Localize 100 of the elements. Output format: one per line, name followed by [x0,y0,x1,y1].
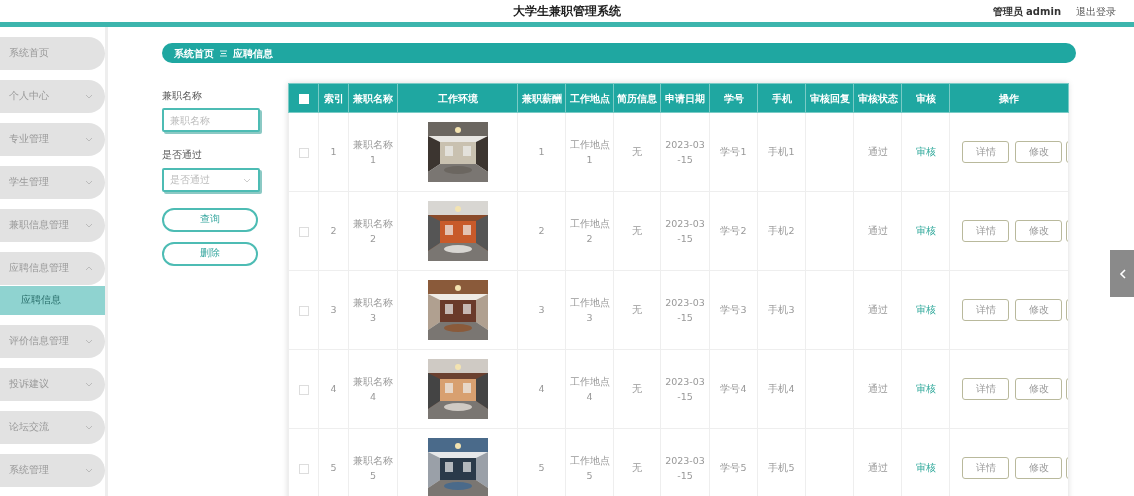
field-label: 是否通过 [162,148,203,163]
logout-link[interactable]: 退出登录 [1076,4,1116,19]
details-button[interactable]: 详情 [962,141,1009,163]
edit-button[interactable]: 修改 [1015,457,1062,479]
column-header: 审核状态 [853,83,902,113]
chevron-down-icon [243,177,251,183]
breadcrumb-link[interactable]: 应聘信息 [233,45,273,61]
table-cell: 2 [330,225,337,237]
sidebar-item[interactable]: 系统首页 [0,37,105,70]
column-header: 审核回复 [805,83,854,113]
table-cell: 通过 [867,146,888,158]
review-link[interactable]: 审核 [915,304,936,315]
table-cell: 学号5 [720,462,747,474]
sidebar-item[interactable]: 个人中心 [0,80,105,113]
review-link[interactable]: 审核 [915,462,936,473]
table-cell: 无 [632,462,642,474]
review-link[interactable]: 审核 [915,225,936,236]
search-button[interactable]: 查询 [162,207,258,232]
table-cell: 无 [632,383,642,395]
table-cell: 5 [538,462,545,474]
column-header: 兼职名称 [348,83,398,113]
row-checkbox[interactable] [298,226,309,237]
sidebar-item[interactable]: 评价信息管理 [0,325,105,358]
details-button[interactable]: 详情 [962,457,1009,479]
table-cell: 工作地点4 [569,375,610,402]
chevron-left-icon [1118,268,1126,279]
row-checkbox[interactable] [298,384,309,395]
review-link[interactable]: 审核 [915,146,936,157]
collapse-tab[interactable] [1110,250,1134,297]
sidebar-item[interactable]: 系统管理 [0,454,105,487]
table-cell: 工作地点1 [569,138,610,165]
column-header: 简历信息 [613,83,661,113]
table-cell: 通过 [867,383,888,395]
row-checkbox[interactable] [298,305,309,316]
sidebar-item[interactable]: 专业管理 [0,123,105,156]
column-header: 手机 [757,83,806,113]
table-cell: 手机2 [768,225,795,237]
details-button[interactable]: 详情 [962,220,1009,242]
details-button[interactable]: 详情 [962,378,1009,400]
table-cell: 无 [632,146,642,158]
table-cell: 1 [538,146,545,158]
sidebar-item[interactable]: 兼职信息管理 [0,209,105,242]
table-cell: 学号1 [720,146,747,158]
sidebar-subitem[interactable]: 应聘信息 [0,286,105,315]
table-cell: 学号2 [720,225,747,237]
table-cell: 5 [330,462,337,474]
sidebar-item[interactable]: 投诉建议 [0,368,105,401]
table-cell: 学号3 [720,304,747,316]
column-header: 索引 [318,83,349,113]
sidebar-item[interactable]: 论坛交流 [0,411,105,444]
delete-button[interactable]: 删除 [162,241,258,266]
table-cell: 4 [330,383,337,395]
select-all-checkbox[interactable] [298,93,309,104]
column-header: 操作 [949,83,1069,113]
table-cell: 2023-03-15 [665,217,705,244]
edit-button[interactable]: 修改 [1015,141,1062,163]
table-cell: 2023-03-15 [665,296,705,323]
table-cell: 2023-03-15 [665,454,705,481]
separator-icon [220,49,227,57]
table-cell: 兼职名称1 [353,138,393,165]
breadcrumb-link[interactable]: 系统首页 [174,45,214,61]
app-title: 大学生兼职管理系统 [513,3,621,20]
table-cell: 4 [538,383,545,395]
column-header: 工作地点 [565,83,614,113]
table-cell: 2 [538,225,545,237]
table-cell: 手机5 [768,462,795,474]
table-cell: 2023-03-15 [665,138,705,165]
column-header: 申请日期 [660,83,710,113]
table-cell: 3 [538,304,545,316]
review-link[interactable]: 审核 [915,383,936,394]
column-header: 学号 [709,83,758,113]
sidebar-item[interactable]: 学生管理 [0,166,105,199]
table-cell: 兼职名称4 [353,375,393,402]
field-label: 兼职名称 [162,89,203,103]
table-cell: 工作地点5 [569,454,610,481]
user-label: 管理员 admin [992,5,1061,19]
table-cell: 1 [330,146,337,158]
column-header: 审核 [901,83,950,113]
table-cell: 手机3 [768,304,795,316]
table-cell: 无 [632,225,642,237]
table-cell: 工作地点3 [569,296,610,323]
table-cell: 3 [330,304,337,316]
details-button[interactable]: 详情 [962,299,1009,321]
table-cell: 兼职名称2 [353,217,393,244]
table-cell: 兼职名称5 [353,454,393,481]
table-cell: 手机1 [768,146,795,158]
table-cell: 兼职名称3 [353,296,393,323]
row-checkbox[interactable] [298,463,309,474]
edit-button[interactable]: 修改 [1015,299,1062,321]
table-cell: 手机4 [768,383,795,395]
table-cell: 通过 [867,225,888,237]
edit-button[interactable]: 修改 [1015,378,1062,400]
table-cell: 通过 [867,304,888,316]
table-cell: 无 [632,304,642,316]
row-checkbox[interactable] [298,147,309,158]
table-cell: 工作地点2 [569,217,610,244]
edit-button[interactable]: 修改 [1015,220,1062,242]
column-header: 工作环境 [397,83,518,113]
sidebar-item[interactable]: 应聘信息管理 [0,252,105,285]
column-header: 兼职薪酬 [517,83,566,113]
